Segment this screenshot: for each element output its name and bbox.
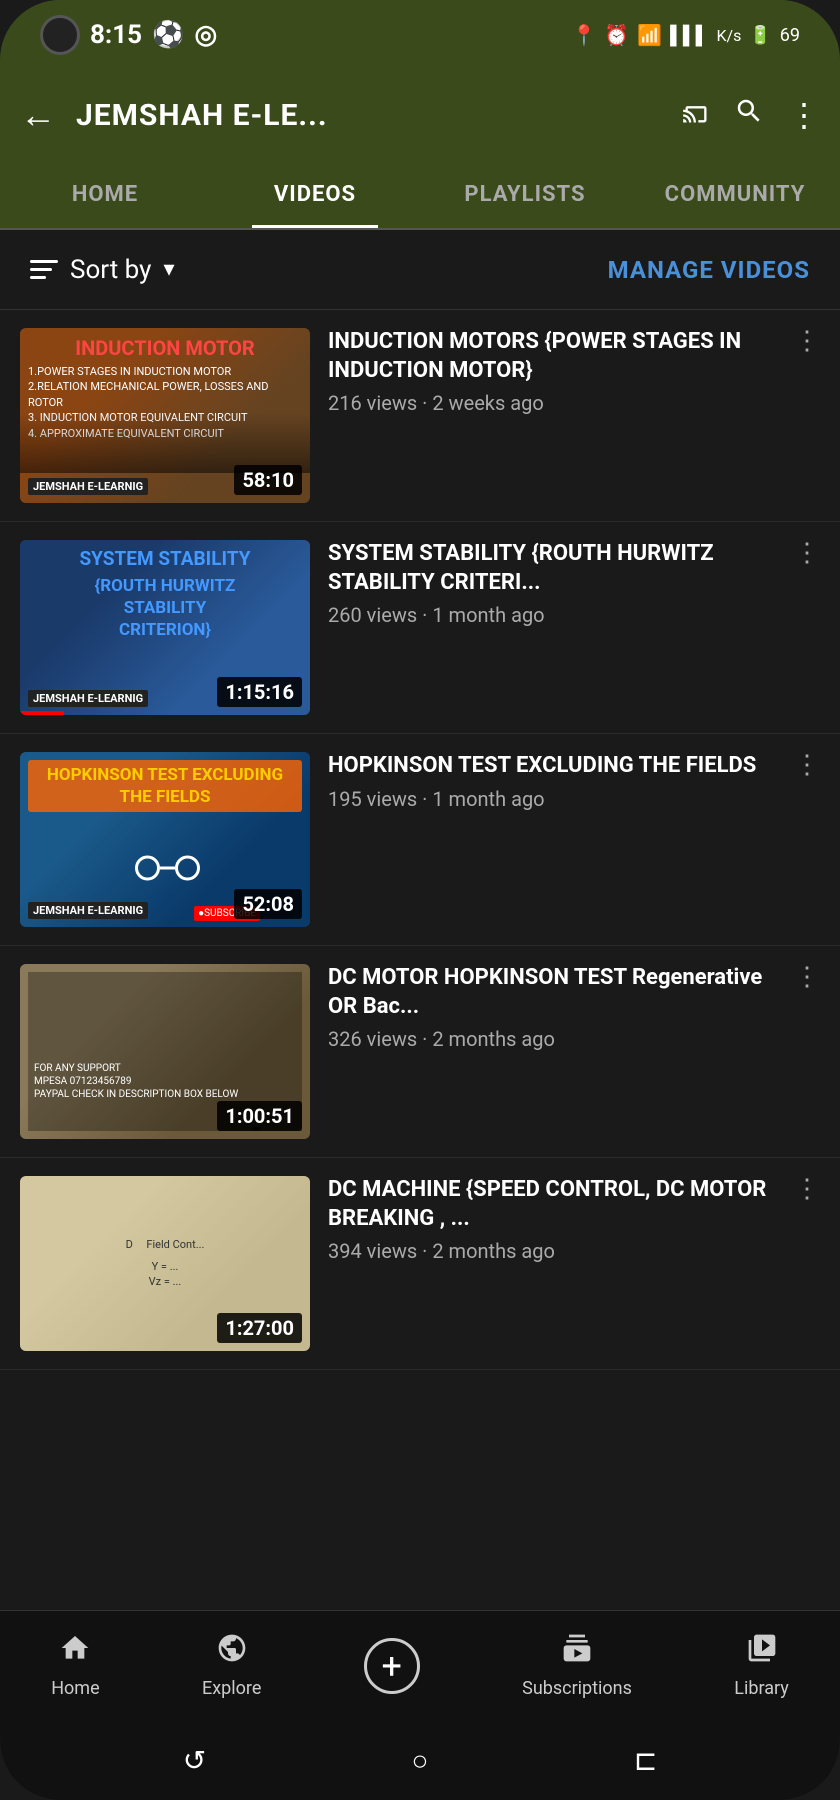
- status-bar: 8:15 ⚽ ◎ 📍 ⏰ 📶 ▌▌▌ K/s 🔋 69: [0, 0, 840, 70]
- nav-home-label: Home: [51, 1678, 99, 1699]
- tab-playlists[interactable]: PLAYLISTS: [420, 160, 630, 228]
- back-button[interactable]: ←: [20, 94, 56, 136]
- thumbnail-4: FOR ANY SUPPORTMPESA 07123456789PAYPAL C…: [20, 964, 310, 1139]
- progress-bar-2: [20, 711, 64, 715]
- video-meta-1: 216 views · 2 weeks ago: [328, 391, 820, 415]
- video-title-2: SYSTEM STABILITY {ROUTH HURWITZ STABILIT…: [328, 540, 794, 597]
- tab-videos-label: VIDEOS: [274, 182, 356, 207]
- add-icon: +: [364, 1638, 420, 1694]
- video-info-5: DC MACHINE {SPEED CONTROL, DC MOTOR BREA…: [328, 1176, 820, 1263]
- video-meta-2: 260 views · 1 month ago: [328, 603, 820, 627]
- signal-icon: ▌▌▌: [670, 25, 708, 46]
- tab-playlists-label: PLAYLISTS: [464, 182, 585, 207]
- tab-home[interactable]: HOME: [0, 160, 210, 228]
- header: ← JEMSHAH E-LE... ⋮: [0, 70, 840, 160]
- speed-label: K/s: [716, 26, 741, 45]
- thumbnail-2: SYSTEM STABILITY {ROUTH HURWITZ STABILIT…: [20, 540, 310, 715]
- battery-level: 69: [780, 25, 800, 46]
- duration-badge-2: 1:15:16: [217, 677, 302, 707]
- battery-icon: 🔋: [749, 25, 771, 46]
- duration-badge-1: 58:10: [234, 465, 302, 495]
- sort-icon: [30, 260, 58, 279]
- system-nav: ↺ ○ ⊏: [0, 1720, 840, 1800]
- list-item[interactable]: FOR ANY SUPPORTMPESA 07123456789PAYPAL C…: [0, 946, 840, 1158]
- video-more-button-2[interactable]: ⋮: [794, 540, 820, 566]
- library-icon: [746, 1632, 778, 1672]
- tab-home-label: HOME: [72, 182, 138, 207]
- nav-explore[interactable]: Explore: [202, 1632, 261, 1699]
- sort-label: Sort by: [70, 255, 151, 285]
- nav-library[interactable]: Library: [734, 1632, 789, 1699]
- video-info-1: INDUCTION MOTORS {POWER STAGES IN INDUCT…: [328, 328, 820, 415]
- video-meta-4: 326 views · 2 months ago: [328, 1027, 820, 1051]
- main-content: Sort by ▾ MANAGE VIDEOS INDUCTION MOTOR …: [0, 230, 840, 1610]
- video-title-1: INDUCTION MOTORS {POWER STAGES IN INDUCT…: [328, 328, 794, 385]
- alarm-icon: ⏰: [604, 23, 629, 47]
- video-title-3: HOPKINSON TEST EXCLUDING THE FIELDS: [328, 752, 794, 781]
- video-info-4: DC MOTOR HOPKINSON TEST Regenerative OR …: [328, 964, 820, 1051]
- camera-dot: [40, 15, 80, 55]
- more-icon[interactable]: ⋮: [788, 96, 820, 134]
- duration-badge-4: 1:00:51: [217, 1101, 302, 1131]
- video-more-button-4[interactable]: ⋮: [794, 964, 820, 990]
- sort-button[interactable]: Sort by ▾: [30, 255, 174, 285]
- search-icon[interactable]: [734, 96, 764, 134]
- nav-add[interactable]: +: [364, 1638, 420, 1694]
- thumbnail-3: HOPKINSON TEST EXCLUDING THE FIELDS JEMS…: [20, 752, 310, 927]
- video-more-button-5[interactable]: ⋮: [794, 1176, 820, 1202]
- video-info-3: HOPKINSON TEST EXCLUDING THE FIELDS ⋮ 19…: [328, 752, 820, 811]
- sys-back-button[interactable]: ↺: [183, 1744, 206, 1777]
- tab-bar: HOME VIDEOS PLAYLISTS COMMUNITY: [0, 160, 840, 230]
- subscriptions-icon: [561, 1632, 593, 1672]
- video-more-button-1[interactable]: ⋮: [794, 328, 820, 354]
- tab-community-label: COMMUNITY: [665, 182, 806, 207]
- nav-subscriptions-label: Subscriptions: [522, 1678, 632, 1699]
- header-actions: ⋮: [682, 96, 820, 134]
- manage-videos-button[interactable]: MANAGE VIDEOS: [608, 256, 810, 284]
- channel-title: JEMSHAH E-LE...: [76, 98, 662, 133]
- video-meta-5: 394 views · 2 months ago: [328, 1239, 820, 1263]
- wifi-icon: 📶: [637, 23, 662, 47]
- duration-badge-5: 1:27:00: [217, 1313, 302, 1343]
- list-item[interactable]: INDUCTION MOTOR 1.POWER STAGES IN INDUCT…: [0, 310, 840, 522]
- chevron-down-icon: ▾: [163, 257, 174, 282]
- list-item[interactable]: D Field Cont... Y = ...Vz = ... 1:27:00 …: [0, 1158, 840, 1370]
- home-icon: [59, 1632, 91, 1672]
- status-right: 📍 ⏰ 📶 ▌▌▌ K/s 🔋 69: [571, 23, 800, 47]
- video-more-button-3[interactable]: ⋮: [794, 752, 820, 778]
- soccer-icon: ⚽: [152, 20, 184, 50]
- list-item[interactable]: SYSTEM STABILITY {ROUTH HURWITZ STABILIT…: [0, 522, 840, 734]
- sys-home-button[interactable]: ○: [412, 1744, 429, 1777]
- circle-icon: ◎: [194, 20, 217, 50]
- nav-subscriptions[interactable]: Subscriptions: [522, 1632, 632, 1699]
- status-time: 8:15: [90, 20, 142, 50]
- phone-frame: 8:15 ⚽ ◎ 📍 ⏰ 📶 ▌▌▌ K/s 🔋 69 ← JEMSHAH E-…: [0, 0, 840, 1800]
- cast-icon[interactable]: [682, 98, 710, 133]
- nav-home[interactable]: Home: [51, 1632, 99, 1699]
- nav-explore-label: Explore: [202, 1678, 261, 1699]
- status-left: 8:15 ⚽ ◎: [40, 15, 217, 55]
- video-info-2: SYSTEM STABILITY {ROUTH HURWITZ STABILIT…: [328, 540, 820, 627]
- bottom-nav: Home Explore + Subscriptions: [0, 1610, 840, 1720]
- tab-community[interactable]: COMMUNITY: [630, 160, 840, 228]
- video-meta-3: 195 views · 1 month ago: [328, 787, 820, 811]
- sys-recent-button[interactable]: ⊏: [634, 1744, 657, 1777]
- duration-badge-3: 52:08: [234, 889, 302, 919]
- tab-videos[interactable]: VIDEOS: [210, 160, 420, 228]
- video-list: INDUCTION MOTOR 1.POWER STAGES IN INDUCT…: [0, 310, 840, 1370]
- thumbnail-5: D Field Cont... Y = ...Vz = ... 1:27:00: [20, 1176, 310, 1351]
- list-item[interactable]: HOPKINSON TEST EXCLUDING THE FIELDS JEMS…: [0, 734, 840, 946]
- nav-library-label: Library: [734, 1678, 789, 1699]
- thumbnail-1: INDUCTION MOTOR 1.POWER STAGES IN INDUCT…: [20, 328, 310, 503]
- explore-icon: [216, 1632, 248, 1672]
- sort-bar: Sort by ▾ MANAGE VIDEOS: [0, 230, 840, 310]
- video-title-4: DC MOTOR HOPKINSON TEST Regenerative OR …: [328, 964, 794, 1021]
- video-title-5: DC MACHINE {SPEED CONTROL, DC MOTOR BREA…: [328, 1176, 794, 1233]
- location-icon: 📍: [571, 23, 596, 47]
